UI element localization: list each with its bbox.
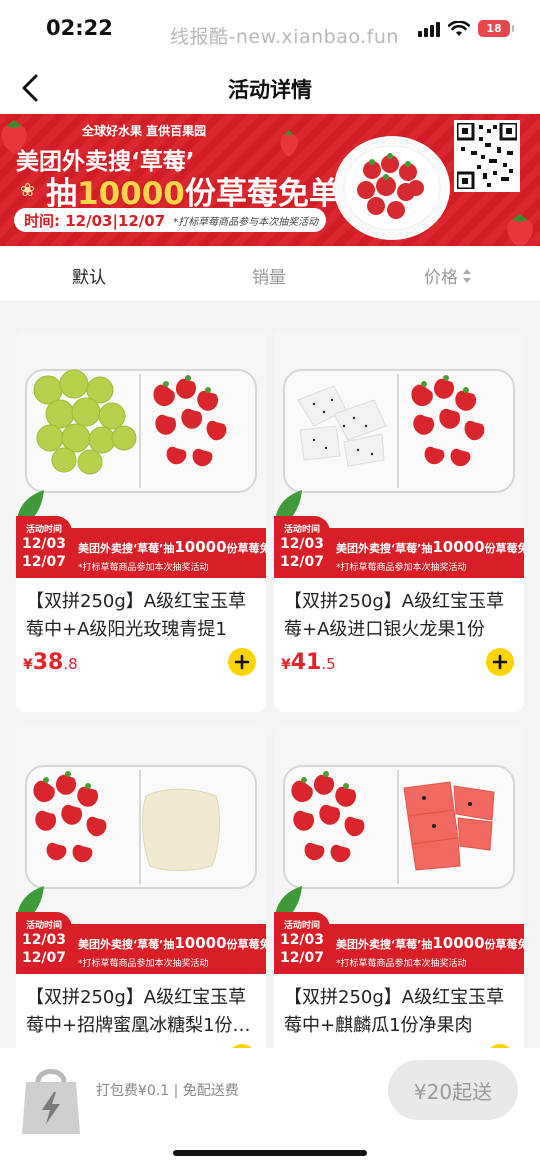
promo-text: 美团外卖搜‘草莓’抽10000份草莓免单 bbox=[78, 538, 266, 556]
status-icons: 18 bbox=[418, 20, 514, 37]
strawberry-plate-image bbox=[334, 136, 450, 240]
min-order-button[interactable]: ¥20起送 bbox=[388, 1060, 518, 1120]
banner-time-pill: 时间: 12/03|12/07 *打标草莓商品参与本次抽奖活动 bbox=[14, 208, 326, 232]
product-price: ¥41.5 bbox=[281, 650, 336, 675]
promo-subtext: *打标草莓商品参加本次抽奖活动 bbox=[78, 959, 209, 969]
home-indicator bbox=[173, 1150, 367, 1156]
product-image[interactable]: 活动时间12/0312/07 美团外卖搜‘草莓’抽10000份草莓免单 *打标草莓商… bbox=[274, 726, 524, 974]
strawberry-icon bbox=[507, 214, 533, 246]
qr-code bbox=[454, 120, 520, 192]
promo-text: 美团外卖搜‘草莓’抽10000份草莓免单 bbox=[78, 934, 266, 952]
promo-text: 美团外卖搜‘草莓’抽10000份草莓免单 bbox=[336, 934, 524, 952]
sort-arrows-icon bbox=[463, 268, 471, 283]
status-time: 02:22 bbox=[46, 16, 113, 40]
shopping-bag-icon[interactable] bbox=[20, 1064, 82, 1138]
product-image[interactable]: 活动时间12/0312/07 美团外卖搜‘草莓’抽10000份草莓免单 *打标草莓商… bbox=[16, 726, 266, 974]
product-title[interactable]: 【双拼250g】A级红宝玉草莓+A级进口银火龙果1份净… bbox=[284, 588, 516, 644]
flower-icon: ❀ bbox=[20, 180, 36, 201]
sort-price-label: 价格 bbox=[424, 268, 458, 288]
sort-default-tab[interactable]: 默认 bbox=[72, 263, 106, 288]
promo-subtext: *打标草莓商品参加本次抽奖活动 bbox=[336, 563, 467, 573]
banner-tag: 全球好水果 直供百果园 bbox=[82, 124, 207, 138]
promo-banner[interactable]: 全球好水果 直供百果园 美团外卖搜‘草莓’ ❀ 抽10000份草莓免单 时间: … bbox=[0, 114, 540, 246]
add-to-cart-button[interactable] bbox=[228, 648, 256, 676]
watermark-text: 线报酷-new.xianbao.fun bbox=[170, 26, 399, 48]
promo-date-badge: 活动时间 12/03 12/07 bbox=[16, 516, 72, 578]
page-title: 活动详情 bbox=[228, 78, 312, 102]
nav-bar: 活动详情 bbox=[0, 62, 540, 114]
plus-icon bbox=[492, 654, 508, 670]
promo-date-badge: 活动时间 12/03 12/07 bbox=[16, 912, 72, 974]
plus-icon bbox=[234, 654, 250, 670]
add-to-cart-button[interactable] bbox=[486, 648, 514, 676]
status-bar: 02:22 线报酷-new.xianbao.fun 18 bbox=[0, 0, 540, 62]
product-title[interactable]: 【双拼250g】A级红宝玉草莓中+麒麟瓜1份净果肉 bbox=[284, 984, 516, 1040]
battery-icon: 18 bbox=[478, 20, 514, 37]
wifi-icon bbox=[448, 20, 470, 36]
fee-text: 打包费¥0.1 | 免配送费 bbox=[96, 1083, 239, 1099]
promo-subtext: *打标草莓商品参加本次抽奖活动 bbox=[78, 563, 209, 573]
banner-time: 时间: 12/03|12/07 bbox=[24, 211, 166, 230]
promo-date-badge: 活动时间 12/03 12/07 bbox=[274, 516, 330, 578]
product-title[interactable]: 【双拼250g】A级红宝玉草莓中+A级阳光玫瑰青提1份… bbox=[26, 588, 258, 644]
promo-subtext: *打标草莓商品参加本次抽奖活动 bbox=[336, 959, 467, 969]
promo-text: 美团外卖搜‘草莓’抽10000份草莓免单 bbox=[336, 538, 524, 556]
signal-icon bbox=[418, 21, 440, 37]
product-price: ¥38.8 bbox=[23, 650, 78, 675]
product-title[interactable]: 【双拼250g】A级红宝玉草莓中+招牌蜜凰冰糖梨1份… bbox=[26, 984, 258, 1040]
banner-note: *打标草莓商品参与本次抽奖活动 bbox=[173, 216, 319, 228]
promo-date-badge: 活动时间 12/03 12/07 bbox=[274, 912, 330, 974]
banner-offer: 抽10000份草莓免单 bbox=[46, 176, 340, 212]
product-image[interactable]: 活动时间12/0312/07 美团外卖搜‘草莓’抽10000份草莓免单 *打标草莓商… bbox=[16, 330, 266, 578]
product-card[interactable]: 活动时间12/0312/07 美团外卖搜‘草莓’抽10000份草莓免单 *打标草莓商… bbox=[274, 330, 524, 712]
strawberry-icon bbox=[280, 130, 298, 157]
product-card[interactable]: 活动时间12/0312/07 美团外卖搜‘草莓’抽10000份草莓免单 *打标草莓商… bbox=[16, 330, 266, 712]
sort-sales-tab[interactable]: 销量 bbox=[252, 263, 286, 288]
sort-price-tab[interactable]: 价格 bbox=[424, 263, 472, 288]
sort-bar: 默认 销量 价格 bbox=[0, 246, 540, 302]
product-image[interactable]: 活动时间12/0312/07 美团外卖搜‘草莓’抽10000份草莓免单 *打标草莓商… bbox=[274, 330, 524, 578]
